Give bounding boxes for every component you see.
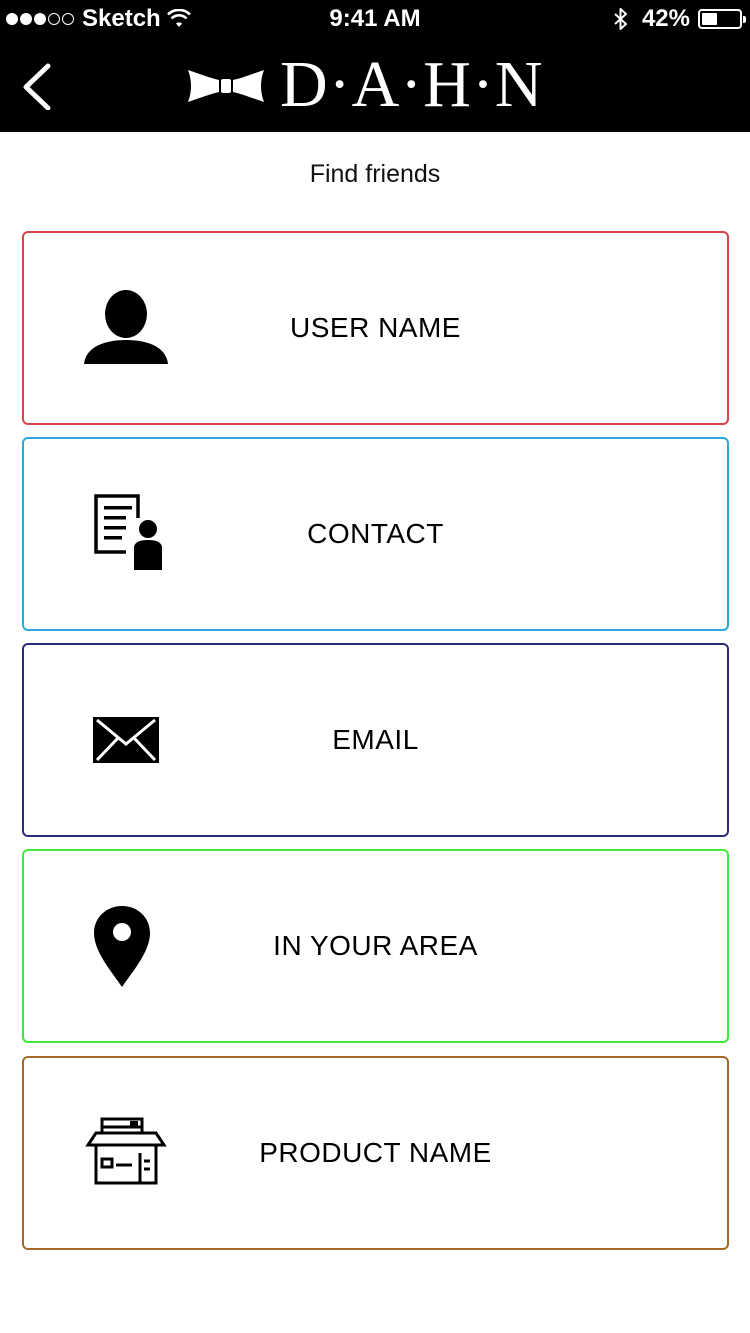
status-right: 42%	[612, 5, 746, 33]
nav-bar: D·A·H·N	[0, 38, 750, 132]
find-by-email-button[interactable]: EMAIL	[22, 643, 729, 837]
status-bar: Sketch 9:41 AM 42%	[0, 0, 750, 38]
brand-logo: D·A·H·N	[186, 52, 566, 118]
option-label: USER NAME	[290, 312, 461, 343]
page-title: Find friends	[309, 160, 441, 188]
bowtie-icon	[188, 70, 264, 102]
find-by-username-button[interactable]: USER NAME	[22, 231, 729, 425]
chevron-left-icon	[23, 63, 51, 111]
find-by-contact-button[interactable]: CONTACT	[22, 437, 729, 631]
battery-level	[702, 13, 717, 25]
battery-icon	[698, 9, 746, 29]
option-label: CONTACT	[307, 518, 444, 549]
brand-name: D·A·H·N	[280, 48, 544, 121]
option-label: PRODUCT NAME	[259, 1137, 492, 1168]
find-in-your-area-button[interactable]: IN YOUR AREA	[22, 849, 729, 1043]
option-label: IN YOUR AREA	[273, 930, 478, 961]
option-label: EMAIL	[332, 724, 419, 755]
bluetooth-icon	[614, 8, 627, 30]
back-button[interactable]	[14, 60, 64, 111]
find-by-product-name-button[interactable]: PRODUCT NAME	[22, 1056, 729, 1250]
battery-percent: 42%	[641, 5, 690, 32]
